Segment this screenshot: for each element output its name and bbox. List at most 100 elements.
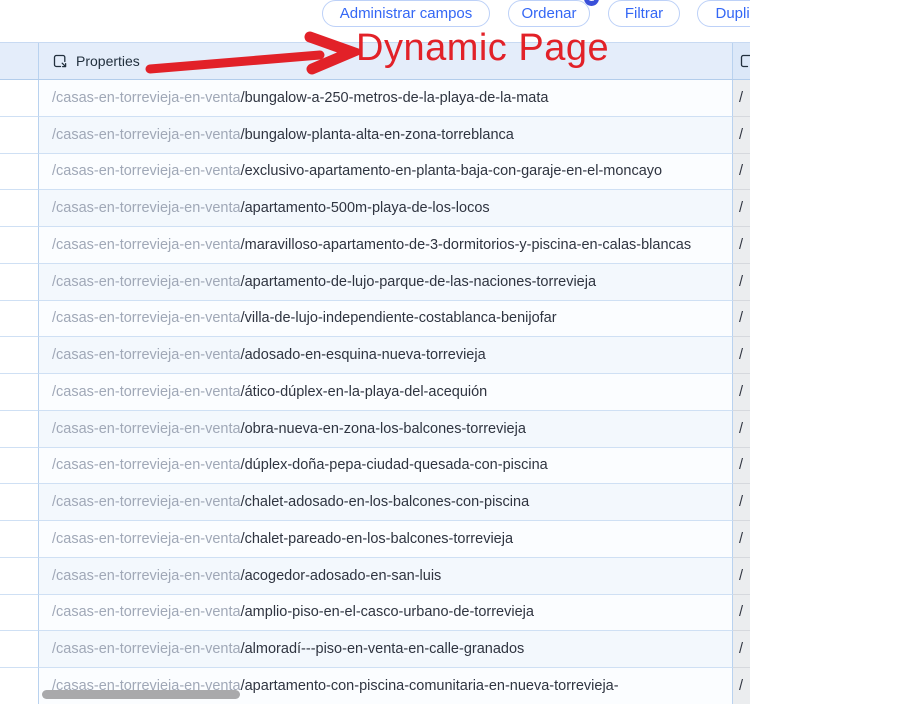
table-body: /casas-en-torrevieja-en-venta/bungalow-a… [0, 80, 750, 704]
url-slug-cell[interactable]: /casas-en-torrevieja-en-venta/obra-nueva… [39, 410, 733, 448]
url-prefix: /casas-en-torrevieja-en-venta [52, 420, 241, 437]
properties-column-header[interactable]: Properties [39, 43, 733, 79]
row-selector-cell[interactable] [0, 190, 39, 227]
next-column-cell-clipped[interactable]: / [733, 374, 750, 411]
url-slug-cell[interactable]: /casas-en-torrevieja-en-venta/adosado-en… [39, 337, 733, 374]
row-selector-cell[interactable] [0, 116, 39, 154]
table-row[interactable]: /casas-en-torrevieja-en-venta/maravillos… [0, 227, 750, 264]
url-prefix: /casas-en-torrevieja-en-venta [52, 163, 241, 180]
url-prefix: /casas-en-torrevieja-en-venta [52, 567, 241, 584]
url-slug-cell[interactable]: /casas-en-torrevieja-en-venta/acogedor-a… [39, 557, 733, 595]
horizontal-scrollbar-thumb[interactable] [42, 690, 240, 699]
table-row[interactable]: /casas-en-torrevieja-en-venta/almoradí--… [0, 631, 750, 668]
table-row[interactable]: /casas-en-torrevieja-en-venta/adosado-en… [0, 337, 750, 374]
url-slug-cell[interactable]: /casas-en-torrevieja-en-venta/apartament… [39, 190, 733, 227]
next-column-cell-clipped[interactable]: / [733, 190, 750, 227]
next-column-cell-clipped[interactable]: / [733, 557, 750, 595]
row-selector-cell[interactable] [0, 374, 39, 411]
duplicate-button[interactable]: Duplicar [697, 0, 750, 27]
next-column-cell-clipped[interactable]: / [733, 263, 750, 301]
url-prefix: /casas-en-torrevieja-en-venta [52, 273, 241, 290]
url-prefix: /casas-en-torrevieja-en-venta [52, 530, 241, 547]
url-slug-cell[interactable]: /casas-en-torrevieja-en-venta/bungalow-p… [39, 116, 733, 154]
url-slug: /maravilloso-apartamento-de-3-dormitorio… [240, 236, 692, 253]
row-selector-cell[interactable] [0, 631, 39, 668]
row-selector-cell[interactable] [0, 227, 39, 264]
table-row[interactable]: /casas-en-torrevieja-en-venta/apartament… [0, 263, 750, 301]
manage-fields-button[interactable]: Administrar campos [322, 0, 490, 27]
url-prefix: /casas-en-torrevieja-en-venta [52, 89, 241, 106]
url-prefix: /casas-en-torrevieja-en-venta [52, 236, 241, 253]
url-slug: /villa-de-lujo-independiente-costablanca… [240, 310, 557, 327]
url-slug: /bungalow-planta-alta-en-zona-torreblanc… [240, 126, 514, 143]
url-slug: /exclusivo-apartamento-en-planta-baja-co… [240, 163, 663, 180]
row-selector-cell[interactable] [0, 263, 39, 301]
table-row[interactable]: /casas-en-torrevieja-en-venta/dúplex-doñ… [0, 447, 750, 485]
row-selector-cell[interactable] [0, 668, 39, 704]
row-selector-cell[interactable] [0, 300, 39, 338]
table-row[interactable]: /casas-en-torrevieja-en-venta/bungalow-a… [0, 80, 750, 117]
next-column-cell-clipped[interactable]: / [733, 300, 750, 338]
url-prefix: /casas-en-torrevieja-en-venta [52, 641, 241, 658]
url-slug-cell[interactable]: /casas-en-torrevieja-en-venta/almoradí--… [39, 631, 733, 668]
url-slug: /apartamento-con-piscina-comunitaria-en-… [240, 677, 619, 694]
url-slug: /chalet-pareado-en-los-balcones-torrevie… [240, 530, 514, 547]
url-slug: /apartamento-500m-playa-de-los-locos [240, 200, 490, 217]
url-slug: /dúplex-doña-pepa-ciudad-quesada-con-pis… [240, 457, 548, 474]
row-selector-cell[interactable] [0, 447, 39, 485]
table-row[interactable]: /casas-en-torrevieja-en-venta/bungalow-p… [0, 116, 750, 154]
next-column-header-clipped[interactable] [733, 43, 750, 79]
url-slug: /ático-dúplex-en-la-playa-del-acequión [240, 383, 488, 400]
next-column-cell-clipped[interactable]: / [733, 153, 750, 191]
url-slug-cell[interactable]: /casas-en-torrevieja-en-venta/ático-dúpl… [39, 374, 733, 411]
next-column-cell-clipped[interactable]: / [733, 337, 750, 374]
next-column-cell-clipped[interactable]: / [733, 668, 750, 704]
row-selector-cell[interactable] [0, 337, 39, 374]
table-row[interactable]: /casas-en-torrevieja-en-venta/chalet-par… [0, 521, 750, 558]
next-column-cell-clipped[interactable]: / [733, 631, 750, 668]
row-selector-cell[interactable] [0, 557, 39, 595]
next-column-cell-clipped[interactable]: / [733, 594, 750, 632]
row-selector-cell[interactable] [0, 80, 39, 117]
url-prefix: /casas-en-torrevieja-en-venta [52, 383, 241, 400]
next-column-cell-clipped[interactable]: / [733, 447, 750, 485]
properties-column-label: Properties [76, 53, 140, 69]
url-slug-cell[interactable]: /casas-en-torrevieja-en-venta/bungalow-a… [39, 80, 733, 117]
url-slug-cell[interactable]: /casas-en-torrevieja-en-venta/chalet-ado… [39, 484, 733, 521]
next-column-cell-clipped[interactable]: / [733, 484, 750, 521]
row-selector-cell[interactable] [0, 484, 39, 521]
next-column-cell-clipped[interactable]: / [733, 410, 750, 448]
url-slug-cell[interactable]: /casas-en-torrevieja-en-venta/apartament… [39, 263, 733, 301]
url-slug-cell[interactable]: /casas-en-torrevieja-en-venta/maravillos… [39, 227, 733, 264]
url-prefix: /casas-en-torrevieja-en-venta [52, 457, 241, 474]
url-slug-cell[interactable]: /casas-en-torrevieja-en-venta/villa-de-l… [39, 300, 733, 338]
table-row[interactable]: /casas-en-torrevieja-en-venta/chalet-ado… [0, 484, 750, 521]
url-slug-cell[interactable]: /casas-en-torrevieja-en-venta/chalet-par… [39, 521, 733, 558]
sort-button[interactable]: Ordenar [508, 0, 590, 27]
toolbar: Administrar campos Ordenar Filtrar Dupli… [0, 0, 750, 30]
row-selector-cell[interactable] [0, 153, 39, 191]
url-prefix: /casas-en-torrevieja-en-venta [52, 347, 241, 364]
url-slug: /amplio-piso-en-el-casco-urbano-de-torre… [240, 604, 534, 621]
next-column-cell-clipped[interactable]: / [733, 227, 750, 264]
row-selector-cell[interactable] [0, 410, 39, 448]
url-prefix: /casas-en-torrevieja-en-venta [52, 494, 241, 511]
table-row[interactable]: /casas-en-torrevieja-en-venta/amplio-pis… [0, 594, 750, 632]
filter-button[interactable]: Filtrar [608, 0, 680, 27]
table-row[interactable]: /casas-en-torrevieja-en-venta/acogedor-a… [0, 557, 750, 595]
url-slug: /acogedor-adosado-en-san-luis [240, 567, 442, 584]
next-column-cell-clipped[interactable]: / [733, 521, 750, 558]
next-column-cell-clipped[interactable]: / [733, 116, 750, 154]
url-slug-cell[interactable]: /casas-en-torrevieja-en-venta/dúplex-doñ… [39, 447, 733, 485]
table-row[interactable]: /casas-en-torrevieja-en-venta/ático-dúpl… [0, 374, 750, 411]
url-slug-cell[interactable]: /casas-en-torrevieja-en-venta/amplio-pis… [39, 594, 733, 632]
row-selector-header-cell[interactable] [0, 43, 39, 79]
table-row[interactable]: /casas-en-torrevieja-en-venta/obra-nueva… [0, 410, 750, 448]
table-row[interactable]: /casas-en-torrevieja-en-venta/apartament… [0, 190, 750, 227]
table-row[interactable]: /casas-en-torrevieja-en-venta/exclusivo-… [0, 153, 750, 191]
url-slug-cell[interactable]: /casas-en-torrevieja-en-venta/exclusivo-… [39, 153, 733, 191]
table-row[interactable]: /casas-en-torrevieja-en-venta/villa-de-l… [0, 300, 750, 338]
row-selector-cell[interactable] [0, 594, 39, 632]
next-column-cell-clipped[interactable]: / [733, 80, 750, 117]
row-selector-cell[interactable] [0, 521, 39, 558]
